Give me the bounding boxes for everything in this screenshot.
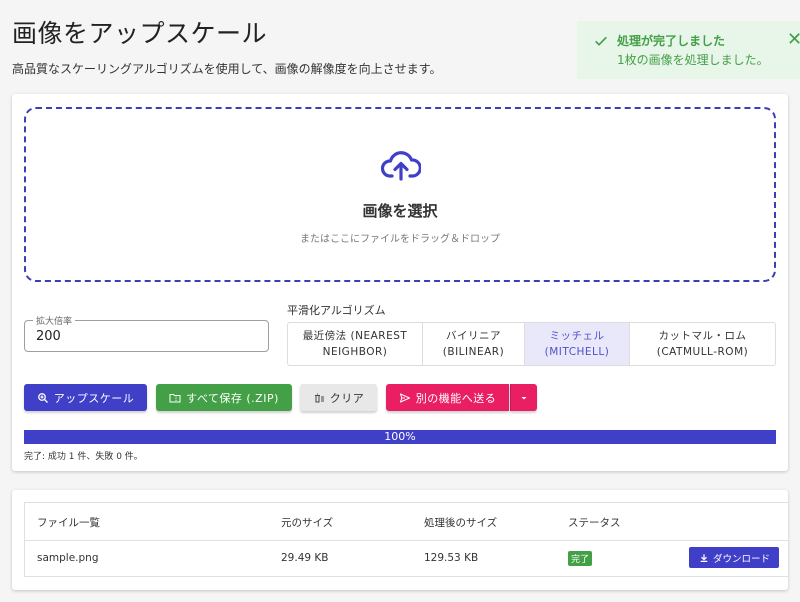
progress-bar: 100% (24, 430, 776, 444)
success-toast: 処理が完了しました 1枚の画像を処理しました。 ✕ (577, 21, 800, 79)
send-to-feature-button[interactable]: 別の機能へ送る (386, 384, 509, 411)
upscale-button-label: アップスケール (53, 391, 135, 405)
save-all-zip-label: すべて保存 (.ZIP) (186, 391, 279, 405)
clear-button-label: クリア (329, 391, 365, 405)
algo-option-catmull-rom[interactable]: カットマル・ロム (CATMULL-ROM) (630, 323, 775, 365)
algo-option-nearest[interactable]: 最近傍法 (NEAREST NEIGHBOR) (288, 323, 423, 365)
file-table: ファイル一覧 元のサイズ 処理後のサイズ ステータス sample.png 29… (24, 502, 788, 577)
algorithm-label: 平滑化アルゴリズム (287, 304, 386, 317)
scale-factor-value[interactable]: 200 (36, 329, 61, 344)
algorithm-toggle-group: 最近傍法 (NEAREST NEIGHBOR) バイリニア (BILINEAR)… (287, 322, 776, 366)
chevron-down-icon (521, 396, 527, 399)
file-dropzone[interactable]: 画像を選択 またはここにファイルをドラッグ＆ドロップ (24, 107, 776, 282)
download-icon (700, 553, 708, 562)
scale-factor-label: 拡大倍率 (33, 314, 76, 327)
page-title: 画像をアップスケール (12, 19, 268, 48)
result-status: 完了: 成功 1 件、失敗 0 件。 (24, 452, 143, 462)
upscale-button[interactable]: アップスケール (24, 384, 147, 411)
send-to-feature-label: 別の機能へ送る (415, 391, 497, 405)
check-icon (595, 36, 607, 46)
clear-all-icon (314, 393, 324, 402)
page-subtitle: 高品質なスケーリングアルゴリズムを使用して、画像の解像度を向上させます。 (12, 62, 442, 76)
cell-file-name: sample.png (37, 552, 99, 564)
col-header-processed-size: 処理後のサイズ (424, 517, 498, 529)
algo-option-mitchell[interactable]: ミッチェル (MITCHELL) (525, 323, 630, 365)
toast-title: 処理が完了しました (617, 34, 726, 48)
col-header-original-size: 元のサイズ (281, 517, 334, 529)
download-button[interactable]: ダウンロード (689, 547, 779, 568)
cell-original-size: 29.49 KB (281, 552, 329, 564)
file-list-card: ファイル一覧 元のサイズ 処理後のサイズ ステータス sample.png 29… (12, 490, 788, 590)
toast-close-icon[interactable]: ✕ (787, 31, 800, 49)
zoom-in-icon (37, 392, 48, 403)
send-dropdown-button[interactable] (510, 384, 537, 411)
algo-option-bilinear[interactable]: バイリニア (BILINEAR) (423, 323, 525, 365)
header-divider (25, 540, 788, 541)
col-header-file: ファイル一覧 (37, 517, 100, 529)
status-badge: 完了 (568, 551, 593, 566)
send-icon (399, 393, 410, 402)
upscale-card: 画像を選択 またはここにファイルをドラッグ＆ドロップ 拡大倍率 200 平滑化ア… (12, 94, 788, 471)
dropzone-hint: またはここにファイルをドラッグ＆ドロップ (300, 234, 500, 245)
cell-processed-size: 129.53 KB (424, 552, 479, 564)
cloud-upload-icon (381, 151, 421, 181)
download-button-label: ダウンロード (713, 553, 771, 565)
save-all-zip-button[interactable]: すべて保存 (.ZIP) (156, 384, 292, 411)
toast-message: 1枚の画像を処理しました。 (617, 53, 769, 67)
dropzone-title: 画像を選択 (362, 202, 438, 220)
scale-factor-input[interactable]: 拡大倍率 200 (24, 314, 269, 352)
folder-zip-icon (169, 393, 181, 402)
col-header-status: ステータス (568, 517, 621, 529)
clear-button[interactable]: クリア (300, 384, 377, 411)
progress-text: 100% (384, 430, 416, 443)
